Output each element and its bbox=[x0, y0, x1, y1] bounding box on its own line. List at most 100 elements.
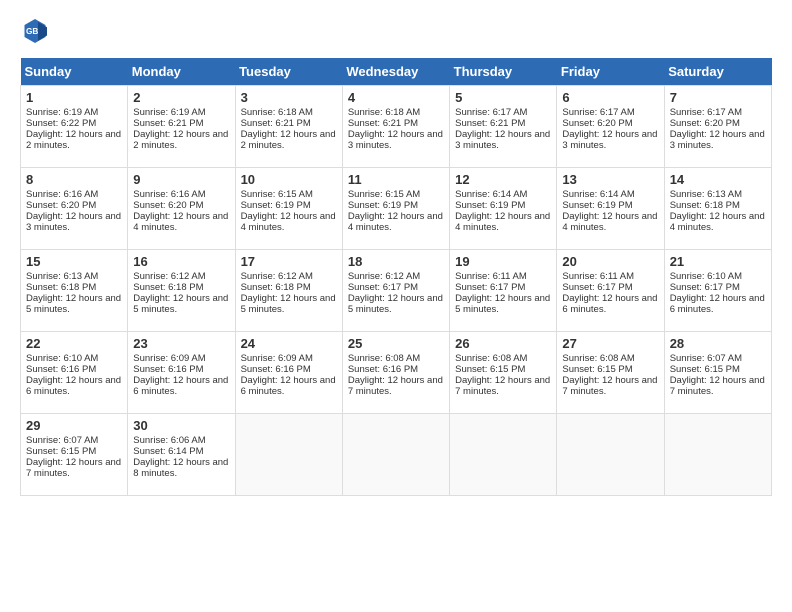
daylight-label: Daylight: 12 hours and 4 minutes. bbox=[241, 211, 336, 233]
sunrise-label: Sunrise: 6:16 AM bbox=[26, 189, 98, 200]
daylight-label: Daylight: 12 hours and 8 minutes. bbox=[133, 457, 228, 479]
logo-icon: GB bbox=[20, 16, 50, 46]
day-number: 15 bbox=[26, 254, 122, 269]
sunset-label: Sunset: 6:17 PM bbox=[455, 282, 525, 293]
sunrise-label: Sunrise: 6:19 AM bbox=[26, 107, 98, 118]
daylight-label: Daylight: 12 hours and 5 minutes. bbox=[26, 293, 121, 315]
table-cell: 7Sunrise: 6:17 AMSunset: 6:20 PMDaylight… bbox=[664, 86, 771, 168]
day-number: 26 bbox=[455, 336, 551, 351]
sunrise-label: Sunrise: 6:06 AM bbox=[133, 435, 205, 446]
sunset-label: Sunset: 6:18 PM bbox=[26, 282, 96, 293]
sunrise-label: Sunrise: 6:16 AM bbox=[133, 189, 205, 200]
table-cell: 24Sunrise: 6:09 AMSunset: 6:16 PMDayligh… bbox=[235, 332, 342, 414]
day-number: 14 bbox=[670, 172, 766, 187]
calendar-week-row: 29Sunrise: 6:07 AMSunset: 6:15 PMDayligh… bbox=[21, 414, 772, 496]
daylight-label: Daylight: 12 hours and 3 minutes. bbox=[455, 129, 550, 151]
daylight-label: Daylight: 12 hours and 6 minutes. bbox=[562, 293, 657, 315]
day-number: 11 bbox=[348, 172, 444, 187]
sunrise-label: Sunrise: 6:15 AM bbox=[348, 189, 420, 200]
day-number: 9 bbox=[133, 172, 229, 187]
day-number: 13 bbox=[562, 172, 658, 187]
daylight-label: Daylight: 12 hours and 7 minutes. bbox=[26, 457, 121, 479]
table-cell bbox=[664, 414, 771, 496]
day-number: 23 bbox=[133, 336, 229, 351]
sunset-label: Sunset: 6:15 PM bbox=[455, 364, 525, 375]
daylight-label: Daylight: 12 hours and 6 minutes. bbox=[133, 375, 228, 397]
sunset-label: Sunset: 6:21 PM bbox=[241, 118, 311, 129]
sunset-label: Sunset: 6:19 PM bbox=[455, 200, 525, 211]
day-number: 12 bbox=[455, 172, 551, 187]
svg-text:GB: GB bbox=[26, 27, 38, 36]
sunrise-label: Sunrise: 6:17 AM bbox=[455, 107, 527, 118]
daylight-label: Daylight: 12 hours and 6 minutes. bbox=[670, 293, 765, 315]
table-cell: 17Sunrise: 6:12 AMSunset: 6:18 PMDayligh… bbox=[235, 250, 342, 332]
day-number: 2 bbox=[133, 90, 229, 105]
sunset-label: Sunset: 6:18 PM bbox=[241, 282, 311, 293]
day-number: 19 bbox=[455, 254, 551, 269]
table-cell: 13Sunrise: 6:14 AMSunset: 6:19 PMDayligh… bbox=[557, 168, 664, 250]
sunrise-label: Sunrise: 6:13 AM bbox=[26, 271, 98, 282]
table-cell: 10Sunrise: 6:15 AMSunset: 6:19 PMDayligh… bbox=[235, 168, 342, 250]
day-number: 25 bbox=[348, 336, 444, 351]
daylight-label: Daylight: 12 hours and 5 minutes. bbox=[241, 293, 336, 315]
col-monday: Monday bbox=[128, 58, 235, 86]
sunrise-label: Sunrise: 6:12 AM bbox=[241, 271, 313, 282]
table-cell: 14Sunrise: 6:13 AMSunset: 6:18 PMDayligh… bbox=[664, 168, 771, 250]
daylight-label: Daylight: 12 hours and 6 minutes. bbox=[26, 375, 121, 397]
day-number: 21 bbox=[670, 254, 766, 269]
sunset-label: Sunset: 6:15 PM bbox=[562, 364, 632, 375]
sunset-label: Sunset: 6:15 PM bbox=[670, 364, 740, 375]
sunset-label: Sunset: 6:17 PM bbox=[348, 282, 418, 293]
table-cell: 1Sunrise: 6:19 AMSunset: 6:22 PMDaylight… bbox=[21, 86, 128, 168]
calendar-week-row: 1 Sunrise: 6:19 AMSunset: 6:22 PM Daylight… bbox=[21, 86, 772, 168]
day-number: 10 bbox=[241, 172, 337, 187]
day-number: 7 bbox=[670, 90, 766, 105]
sunrise-label: Sunrise: 6:12 AM bbox=[133, 271, 205, 282]
sunset-label: Sunset: 6:20 PM bbox=[133, 200, 203, 211]
day-number: 16 bbox=[133, 254, 229, 269]
daylight-label: Daylight: 12 hours and 5 minutes. bbox=[133, 293, 228, 315]
sunset-label: Sunset: 6:22 PM bbox=[26, 118, 96, 129]
logo: GB bbox=[20, 16, 54, 46]
daylight-label: Daylight: 12 hours and 3 minutes. bbox=[26, 211, 121, 233]
sunset-label: Sunset: 6:16 PM bbox=[26, 364, 96, 375]
sunrise-label: Sunrise: 6:17 AM bbox=[562, 107, 634, 118]
sunrise-label: Sunrise: 6:10 AM bbox=[26, 353, 98, 364]
day-number: 4 bbox=[348, 90, 444, 105]
day-number: 20 bbox=[562, 254, 658, 269]
daylight-label: Daylight: 12 hours and 7 minutes. bbox=[455, 375, 550, 397]
table-cell: 21Sunrise: 6:10 AMSunset: 6:17 PMDayligh… bbox=[664, 250, 771, 332]
table-cell: 22Sunrise: 6:10 AMSunset: 6:16 PMDayligh… bbox=[21, 332, 128, 414]
sunset-label: Sunset: 6:16 PM bbox=[133, 364, 203, 375]
sunrise-label: Sunrise: 6:17 AM bbox=[670, 107, 742, 118]
calendar-week-row: 8Sunrise: 6:16 AMSunset: 6:20 PMDaylight… bbox=[21, 168, 772, 250]
table-cell: 2Sunrise: 6:19 AMSunset: 6:21 PMDaylight… bbox=[128, 86, 235, 168]
daylight-label: Daylight: 12 hours and 3 minutes. bbox=[670, 129, 765, 151]
sunset-label: Sunset: 6:17 PM bbox=[562, 282, 632, 293]
sunset-label: Sunset: 6:17 PM bbox=[670, 282, 740, 293]
daylight-label: Daylight: 12 hours and 2 minutes. bbox=[133, 129, 228, 151]
col-thursday: Thursday bbox=[450, 58, 557, 86]
sunrise-label: Sunrise: 6:08 AM bbox=[455, 353, 527, 364]
day-number: 30 bbox=[133, 418, 229, 433]
daylight-label: Daylight: 12 hours and 5 minutes. bbox=[455, 293, 550, 315]
day-number: 3 bbox=[241, 90, 337, 105]
sunset-label: Sunset: 6:21 PM bbox=[455, 118, 525, 129]
table-cell: 15 Sunrise: 6:13 AMSunset: 6:18 PMDayligh… bbox=[21, 250, 128, 332]
day-number: 24 bbox=[241, 336, 337, 351]
day-number: 18 bbox=[348, 254, 444, 269]
daylight-label: Daylight: 12 hours and 5 minutes. bbox=[348, 293, 443, 315]
col-tuesday: Tuesday bbox=[235, 58, 342, 86]
daylight-label: Daylight: 12 hours and 3 minutes. bbox=[562, 129, 657, 151]
day-number: 1 bbox=[26, 90, 122, 105]
sunset-label: Sunset: 6:16 PM bbox=[348, 364, 418, 375]
sunset-label: Sunset: 6:18 PM bbox=[133, 282, 203, 293]
table-cell: 6Sunrise: 6:17 AMSunset: 6:20 PMDaylight… bbox=[557, 86, 664, 168]
sunrise-label: Sunrise: 6:18 AM bbox=[241, 107, 313, 118]
daylight-label: Daylight: 12 hours and 4 minutes. bbox=[562, 211, 657, 233]
daylight-label: Daylight: 12 hours and 4 minutes. bbox=[133, 211, 228, 233]
day-number: 5 bbox=[455, 90, 551, 105]
sunrise-label: Sunrise: 6:07 AM bbox=[26, 435, 98, 446]
sunset-label: Sunset: 6:16 PM bbox=[241, 364, 311, 375]
page: GB Sunday Monday Tuesday Wednesday Thurs… bbox=[0, 0, 792, 512]
